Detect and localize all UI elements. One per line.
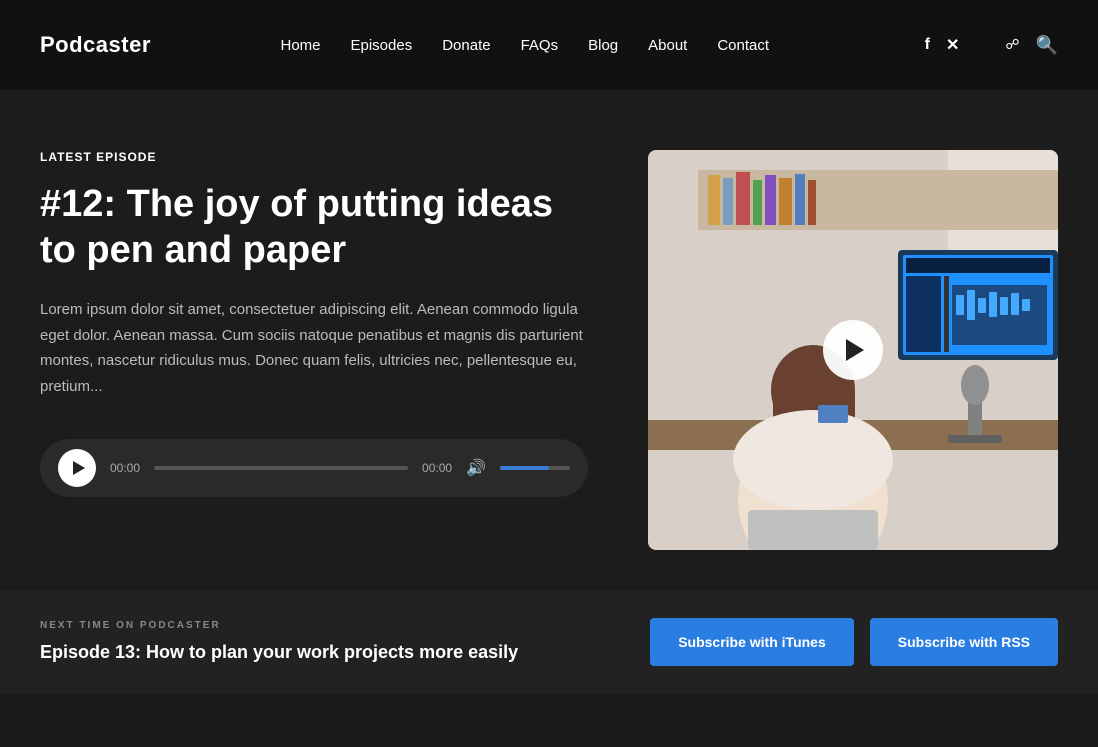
main-content: Latest Episode #12: The joy of putting i… [0,90,1098,590]
nav-blog[interactable]: Blog [588,37,618,54]
nav-home[interactable]: Home [280,37,320,54]
volume-fill [500,466,549,470]
site-logo[interactable]: Podcaster [40,32,151,58]
search-icon[interactable]: 🔍 [1036,35,1058,56]
nav-donate[interactable]: Donate [442,37,490,54]
twitter-x-icon[interactable]: ✕ [946,35,959,55]
time-current: 00:00 [110,461,140,475]
site-header: Podcaster Home Episodes Donate FAQs Blog… [0,0,1098,90]
hero-left: Latest Episode #12: The joy of putting i… [40,150,608,497]
bottom-section: NEXT TIME ON PODCASTER Episode 13: How t… [0,590,1098,694]
next-episode-info: NEXT TIME ON PODCASTER Episode 13: How t… [40,620,650,664]
main-nav: Home Episodes Donate FAQs Blog About Con… [280,37,769,54]
subscribe-buttons: Subscribe with iTunes Subscribe with RSS [650,618,1058,666]
play-button[interactable] [58,449,96,487]
hero-right [648,150,1058,550]
nav-episodes[interactable]: Episodes [351,37,413,54]
soundcloud-icon[interactable]: ☍ [1005,37,1019,54]
volume-bar[interactable] [500,466,570,470]
episode-title: #12: The joy of putting ideas to pen and… [40,182,588,273]
next-episode-title: Episode 13: How to plan your work projec… [40,641,650,664]
video-play-button[interactable] [823,320,883,380]
apple-icon[interactable]:  [975,35,989,56]
nav-faqs[interactable]: FAQs [521,37,559,54]
hero-section: Latest Episode #12: The joy of putting i… [40,150,1058,550]
play-icon [73,461,85,475]
nav-about[interactable]: About [648,37,687,54]
nav-contact[interactable]: Contact [717,37,769,54]
play-overlay-icon [846,339,864,361]
audio-player: 00:00 00:00 🔊 [40,439,588,497]
social-icons:  f ✕  ☍ 🔍 [909,35,1058,56]
progress-bar[interactable] [154,466,408,470]
latest-episode-badge: Latest Episode [40,150,588,164]
time-total: 00:00 [422,461,452,475]
next-label: NEXT TIME ON PODCASTER [40,620,650,631]
episode-description: Lorem ipsum dolor sit amet, consectetuer… [40,297,588,399]
episode-thumbnail [648,150,1058,550]
rss-subscribe-button[interactable]: Subscribe with RSS [870,618,1058,666]
facebook-icon[interactable]: f [925,36,930,54]
itunes-subscribe-button[interactable]: Subscribe with iTunes [650,618,854,666]
volume-icon[interactable]: 🔊 [466,458,486,478]
